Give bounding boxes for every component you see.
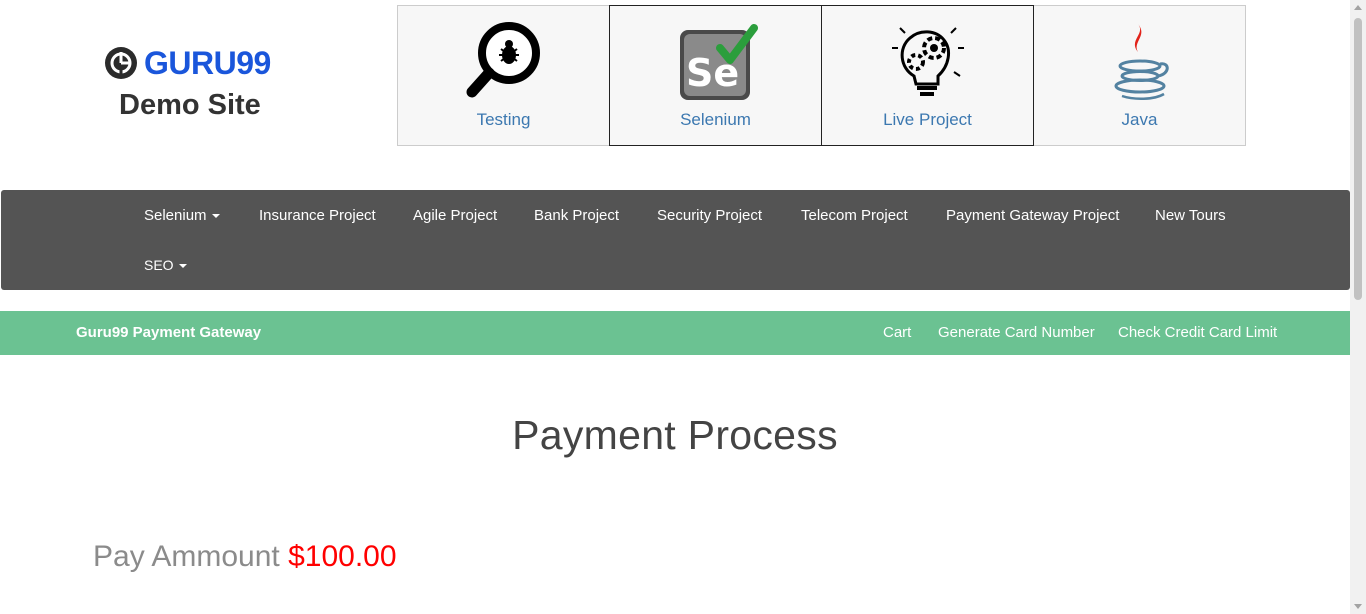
top-category-tiles: Testing Se Selenium Live Project Java xyxy=(397,5,1246,146)
tile-selenium[interactable]: Se Selenium xyxy=(609,5,822,146)
pay-amount-label: Pay Ammount xyxy=(93,540,280,573)
page: GURU99 Demo Site Testing Se Selenium Liv… xyxy=(0,0,1366,614)
magnifier-bug-icon xyxy=(466,22,540,98)
pay-amount-value: $100.00 xyxy=(288,540,397,573)
check-credit-card-limit-link[interactable]: Check Credit Card Limit xyxy=(1118,324,1277,341)
tile-label: Java xyxy=(1121,110,1158,129)
generate-card-number-link[interactable]: Generate Card Number xyxy=(938,324,1095,341)
nav-security-project[interactable]: Security Project xyxy=(657,207,762,224)
logo-brand-text: GURU99 xyxy=(144,45,271,81)
guru99-logo-icon xyxy=(105,47,137,79)
vertical-scrollbar[interactable] xyxy=(1350,0,1366,614)
java-icon xyxy=(1114,24,1169,100)
tile-label: Live Project xyxy=(883,110,972,129)
scrollbar-thumb[interactable] xyxy=(1354,18,1362,300)
logo-subtitle: Demo Site xyxy=(119,89,261,121)
nav-telecom-project[interactable]: Telecom Project xyxy=(801,207,908,224)
nav-insurance-project[interactable]: Insurance Project xyxy=(259,207,376,224)
tile-java[interactable]: Java xyxy=(1033,5,1246,146)
nav-payment-gateway-project[interactable]: Payment Gateway Project xyxy=(946,207,1119,224)
lightbulb-gears-icon xyxy=(891,27,964,96)
nav-bank-project[interactable]: Bank Project xyxy=(534,207,619,224)
payment-gateway-navbar: Guru99 Payment Gateway Cart Generate Car… xyxy=(0,311,1350,355)
tile-live-project[interactable]: Live Project xyxy=(821,5,1034,146)
tile-label: Selenium xyxy=(680,110,751,129)
caret-down-icon xyxy=(178,264,187,269)
site-logo[interactable]: GURU99 Demo Site xyxy=(104,44,284,122)
caret-down-icon xyxy=(211,214,220,219)
nav-agile-project[interactable]: Agile Project xyxy=(413,207,497,224)
tile-testing[interactable]: Testing xyxy=(397,5,610,146)
page-title: Payment Process xyxy=(512,412,838,458)
scroll-up-arrow-icon[interactable] xyxy=(1354,5,1362,10)
pay-amount-line: Pay Ammount $100.00 xyxy=(93,540,397,574)
main-navigation: Selenium Insurance Project Agile Project… xyxy=(1,190,1350,290)
scroll-down-arrow-icon[interactable] xyxy=(1354,604,1362,609)
nav-new-tours[interactable]: New Tours xyxy=(1155,207,1226,224)
nav-selenium-dropdown[interactable]: Selenium xyxy=(144,207,220,224)
payment-gateway-brand[interactable]: Guru99 Payment Gateway xyxy=(76,324,261,341)
selenium-icon: Se xyxy=(679,24,758,100)
cart-link[interactable]: Cart xyxy=(883,324,911,341)
nav-seo-dropdown[interactable]: SEO xyxy=(144,257,187,273)
tile-label: Testing xyxy=(476,110,531,129)
